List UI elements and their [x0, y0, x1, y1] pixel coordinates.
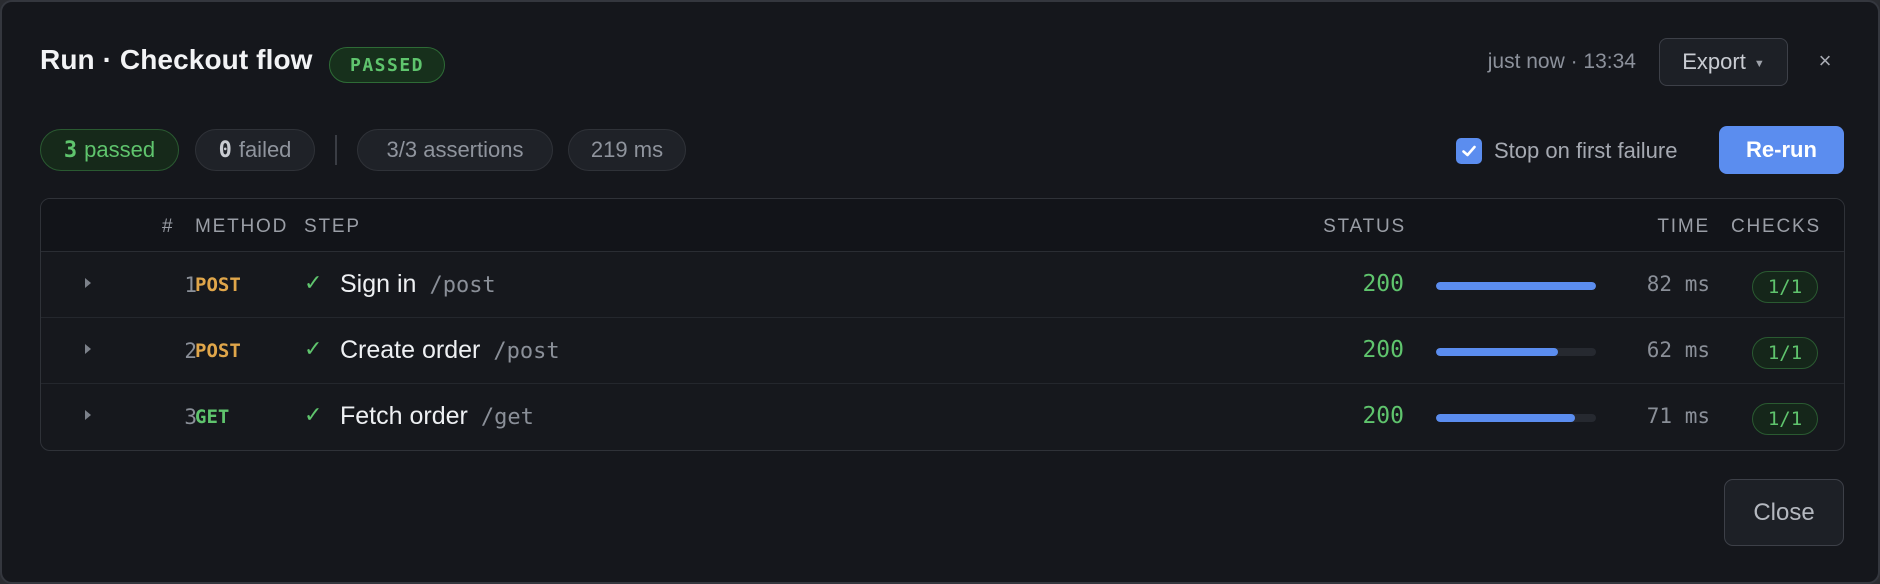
duration-bar-fill — [1436, 414, 1576, 422]
status-code: 200 — [1362, 403, 1404, 429]
step-label: Sign in/post — [340, 270, 496, 299]
step-label: Fetch order/get — [340, 402, 534, 431]
table-row[interactable]: 2 POST ✓ Create order/post 200 62 ms 1/1 — [41, 318, 1844, 384]
checks-badge: 1/1 — [1752, 403, 1818, 435]
status-code: 200 — [1362, 271, 1404, 297]
step-path: /post — [429, 273, 496, 298]
step-time: 62 ms — [1646, 338, 1710, 362]
column-step: STEP — [304, 216, 361, 237]
step-name: Create order — [340, 336, 481, 364]
table-row[interactable]: 1 POST ✓ Sign in/post 200 82 ms 1/1 — [41, 252, 1844, 318]
column-time: TIME — [1657, 216, 1710, 237]
step-index: 3 — [184, 405, 197, 429]
step-index: 2 — [184, 339, 197, 363]
http-method: GET — [195, 406, 230, 428]
assertions-chip: 3/3 assertions — [357, 129, 553, 171]
step-time: 82 ms — [1646, 272, 1710, 296]
step-time: 71 ms — [1646, 404, 1710, 428]
passed-label: passed — [84, 137, 156, 162]
duration-bar — [1436, 282, 1596, 290]
failed-label: failed — [238, 137, 292, 162]
checks-badge: 1/1 — [1752, 337, 1818, 369]
dialog-title: Run · Checkout flow — [40, 44, 313, 75]
stop-on-failure-label: Stop on first failure — [1494, 138, 1678, 163]
caret-down-icon: ▼ — [1753, 57, 1765, 70]
expand-icon[interactable] — [85, 278, 91, 288]
checkmark-icon — [1462, 145, 1476, 157]
step-name: Sign in — [340, 270, 417, 298]
table-row[interactable]: 3 GET ✓ Fetch order/get 200 71 ms 1/1 — [41, 384, 1844, 450]
column-method: METHOD — [195, 216, 289, 237]
column-checks: CHECKS — [1731, 216, 1821, 237]
table-header: # METHOD STEP STATUS TIME CHECKS — [41, 199, 1844, 252]
export-button[interactable]: Export ▼ — [1659, 38, 1788, 86]
passed-count: 3 — [63, 137, 78, 163]
rerun-button[interactable]: Re-run — [1719, 126, 1844, 174]
step-index: 1 — [184, 273, 197, 297]
http-method: POST — [195, 274, 241, 296]
step-path: /get — [480, 405, 534, 430]
steps-table: # METHOD STEP STATUS TIME CHECKS 1 POST … — [40, 198, 1845, 451]
column-status: STATUS — [1323, 216, 1406, 237]
passed-count-chip: 3 passed — [40, 129, 179, 171]
failed-count-chip: 0 failed — [195, 129, 315, 171]
step-label: Create order/post — [340, 336, 560, 365]
chip-divider — [335, 135, 337, 165]
status-badge: PASSED — [329, 47, 445, 83]
stop-on-failure-checkbox[interactable] — [1456, 138, 1482, 164]
check-icon: ✓ — [304, 336, 323, 361]
close-button[interactable]: Close — [1724, 479, 1844, 546]
step-name: Fetch order — [340, 402, 468, 430]
step-path: /post — [493, 339, 560, 364]
duration-bar — [1436, 414, 1596, 422]
duration-chip: 219 ms — [568, 129, 686, 171]
column-index: # — [162, 216, 175, 237]
checks-badge: 1/1 — [1752, 271, 1818, 303]
duration-bar — [1436, 348, 1596, 356]
stop-on-failure-toggle[interactable]: Stop on first failure — [1456, 136, 1677, 166]
duration-bar-fill — [1436, 282, 1596, 290]
check-icon: ✓ — [304, 270, 323, 295]
run-timestamp: just now · 13:34 — [1487, 50, 1636, 73]
failed-count: 0 — [218, 137, 232, 163]
http-method: POST — [195, 340, 241, 362]
expand-icon[interactable] — [85, 410, 91, 420]
check-icon: ✓ — [304, 402, 323, 427]
close-icon[interactable]: × — [1810, 46, 1840, 76]
export-button-label: Export — [1682, 49, 1746, 74]
expand-icon[interactable] — [85, 344, 91, 354]
status-code: 200 — [1362, 337, 1404, 363]
run-results-dialog: Run · Checkout flow PASSED just now · 13… — [0, 0, 1880, 584]
duration-bar-fill — [1436, 348, 1558, 356]
